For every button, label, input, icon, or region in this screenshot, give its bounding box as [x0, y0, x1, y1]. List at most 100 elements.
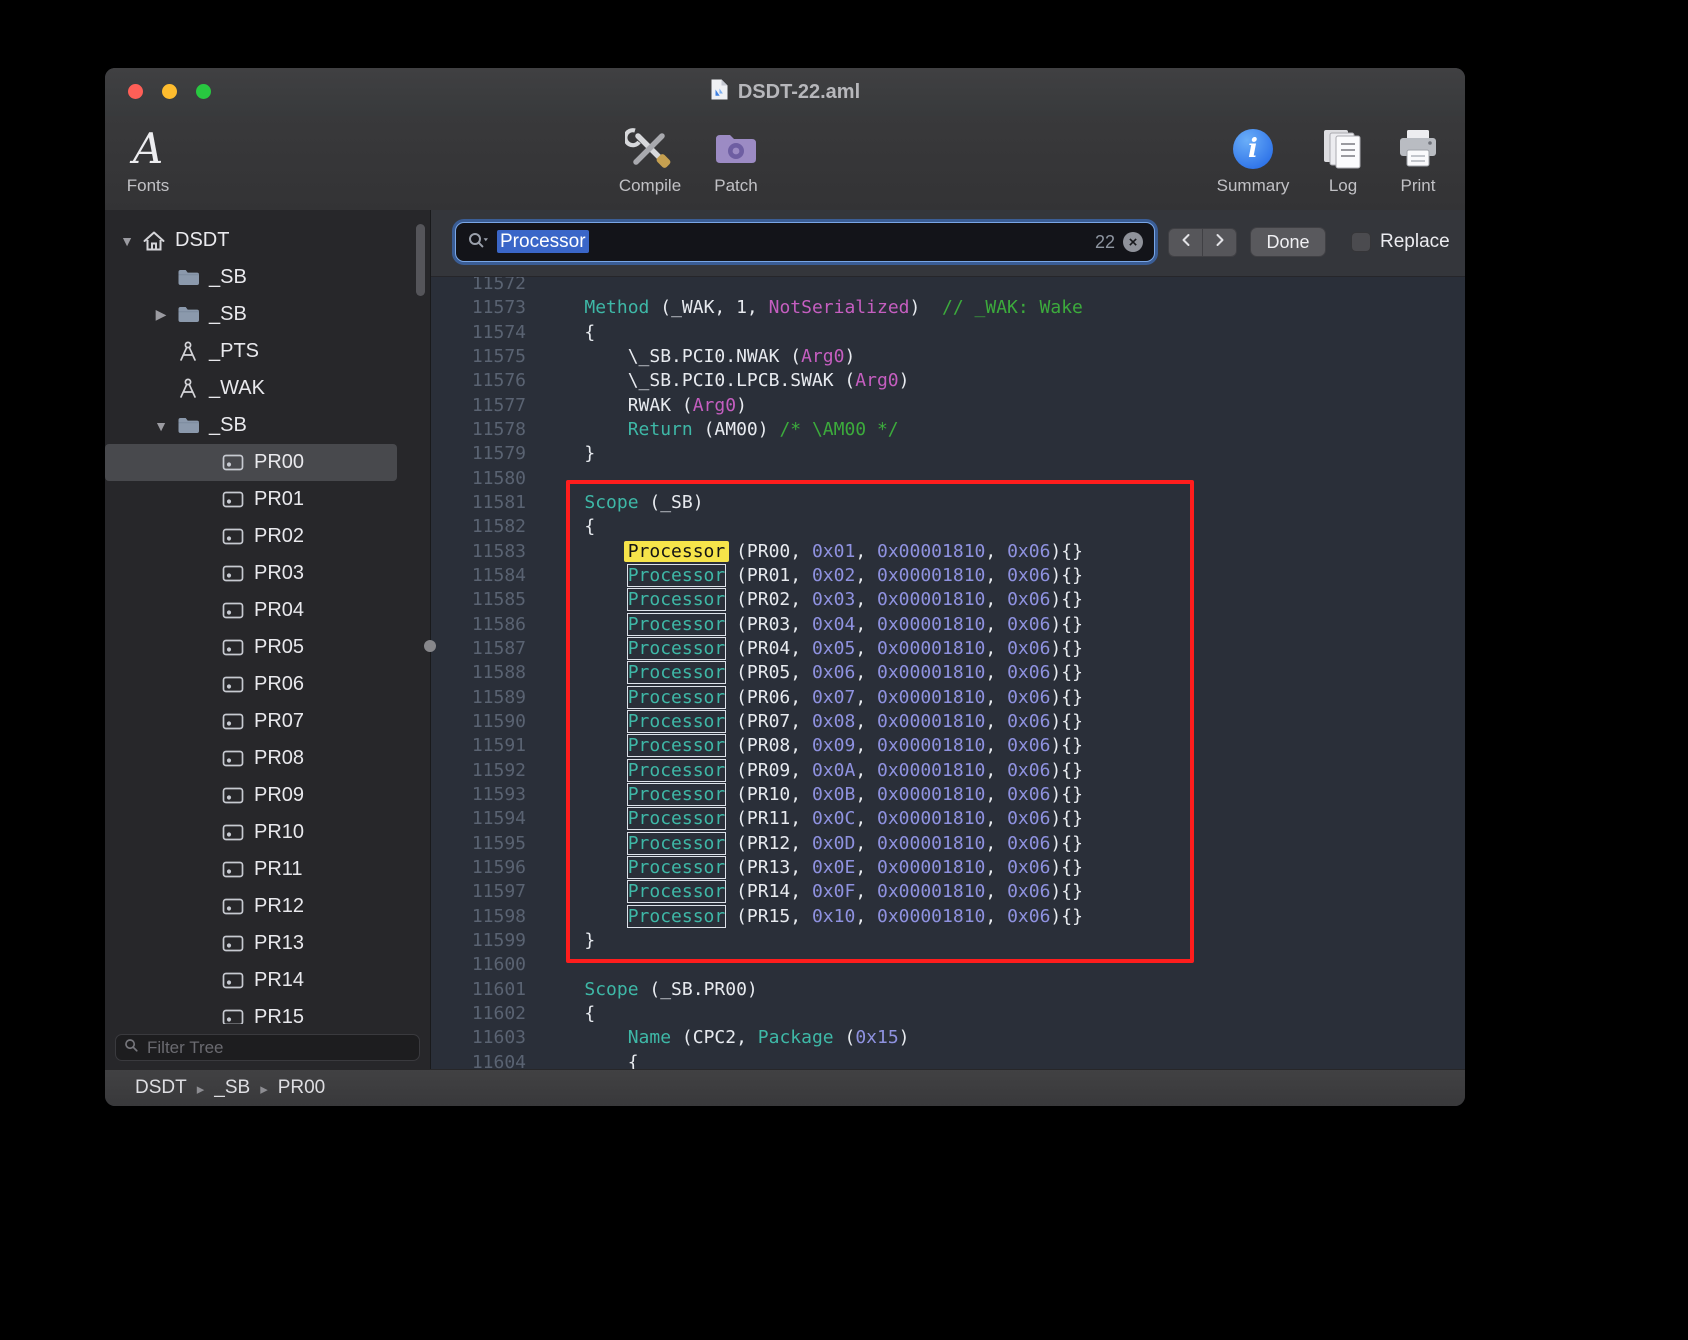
breadcrumb-separator: ▸ — [260, 1078, 268, 1098]
code-text: \_SB.PCI0.NWAK ( — [541, 346, 801, 367]
line-number: 11592 — [431, 759, 526, 783]
tree-item-label: PR02 — [254, 525, 304, 548]
sidebar-item-_sb[interactable]: ▶_SB — [105, 296, 397, 333]
toolbar-label: Patch — [714, 176, 757, 196]
toolbar-label: Summary — [1217, 176, 1290, 196]
code-text: { — [541, 322, 595, 343]
line-number: 11597 — [431, 880, 526, 904]
code-line[interactable]: 11577 RWAK (Arg0) — [431, 394, 1465, 418]
code-line[interactable]: 11575 \_SB.PCI0.NWAK (Arg0) — [431, 345, 1465, 369]
sidebar-item-pr13[interactable]: PR13 — [105, 925, 397, 962]
sidebar-item-pr09[interactable]: PR09 — [105, 777, 397, 814]
breadcrumb-separator: ▸ — [197, 1078, 205, 1098]
house-icon — [139, 230, 169, 252]
breadcrumb-item-pr00[interactable]: PR00 — [278, 1077, 326, 1099]
sidebar-item-_sb[interactable]: _SB — [105, 259, 397, 296]
line-number: 11575 — [431, 345, 526, 369]
sidebar-item-pr04[interactable]: PR04 — [105, 592, 397, 629]
code-line[interactable]: 11573 Method (_WAK, 1, NotSerialized) //… — [431, 296, 1465, 320]
folder-icon — [173, 416, 203, 435]
replace-checkbox[interactable] — [1351, 232, 1371, 252]
window-title: DSDT-22.aml — [738, 81, 860, 104]
replace-label: Replace — [1380, 231, 1450, 253]
code-line[interactable]: 11579 } — [431, 442, 1465, 466]
code-content: { — [526, 1051, 639, 1071]
search-input[interactable]: Processor 22 × — [455, 222, 1155, 262]
disclosure-down-icon[interactable]: ▼ — [115, 233, 139, 249]
code-content: { — [526, 1002, 595, 1026]
code-content — [526, 467, 541, 491]
disclosure-right-icon[interactable]: ▶ — [149, 306, 173, 323]
disclosure-down-icon[interactable]: ▼ — [149, 418, 173, 434]
sidebar-item-_wak[interactable]: _WAK — [105, 370, 397, 407]
tree-item-label: PR04 — [254, 599, 304, 622]
sidebar-item-_pts[interactable]: _PTS — [105, 333, 397, 370]
code-content: Method (_WAK, 1, NotSerialized) // _WAK:… — [526, 296, 1083, 320]
code-content: \_SB.PCI0.LPCB.SWAK (Arg0) — [526, 369, 909, 393]
sidebar-item-pr02[interactable]: PR02 — [105, 518, 397, 555]
line-number: 11595 — [431, 832, 526, 856]
sidebar-item-pr14[interactable]: PR14 — [105, 962, 397, 999]
tree-item-label: PR06 — [254, 673, 304, 696]
sidebar-item-dsdt[interactable]: ▼DSDT — [105, 222, 397, 259]
close-button[interactable] — [128, 84, 143, 99]
chevron-right-icon — [1215, 233, 1225, 252]
code-line[interactable]: 11604 { — [431, 1051, 1465, 1071]
sidebar-item-pr07[interactable]: PR07 — [105, 703, 397, 740]
replace-option: Replace — [1351, 231, 1450, 253]
code-text: (AM00) — [693, 419, 780, 440]
argument-token: Arg0 — [693, 395, 736, 416]
processor-icon — [218, 639, 248, 656]
comment-token: /* \AM00 */ — [779, 419, 898, 440]
line-number: 11576 — [431, 369, 526, 393]
clear-search-icon[interactable]: × — [1123, 232, 1143, 252]
next-match-button[interactable] — [1202, 228, 1237, 257]
sidebar-item-pr03[interactable]: PR03 — [105, 555, 397, 592]
tree-item-label: _PTS — [209, 340, 259, 363]
sidebar-item-_sb[interactable]: ▼_SB — [105, 407, 397, 444]
filter-tree-field[interactable] — [115, 1034, 420, 1061]
patch-button[interactable]: Patch — [681, 124, 791, 196]
processor-icon — [218, 491, 248, 508]
previous-match-button[interactable] — [1168, 228, 1203, 257]
code-line[interactable]: 11574 { — [431, 321, 1465, 345]
sidebar-item-pr06[interactable]: PR06 — [105, 666, 397, 703]
zoom-button[interactable] — [196, 84, 211, 99]
argument-token: Arg0 — [855, 370, 898, 391]
sidebar-item-pr15[interactable]: PR15 — [105, 999, 397, 1024]
argument-token: NotSerialized — [769, 297, 910, 318]
line-number: 11603 — [431, 1026, 526, 1050]
code-line[interactable]: 11603 Name (CPC2, Package (0x15) — [431, 1026, 1465, 1050]
split-handle[interactable] — [424, 640, 436, 652]
code-line[interactable]: 11576 \_SB.PCI0.LPCB.SWAK (Arg0) — [431, 369, 1465, 393]
sidebar-item-pr05[interactable]: PR05 — [105, 629, 397, 666]
sidebar-item-pr08[interactable]: PR08 — [105, 740, 397, 777]
sidebar-item-pr11[interactable]: PR11 — [105, 851, 397, 888]
line-number: 11573 — [431, 296, 526, 320]
fonts-button[interactable]: AFonts — [105, 124, 203, 196]
processor-icon — [218, 787, 248, 804]
code-line[interactable]: 11602 { — [431, 1002, 1465, 1026]
sidebar-item-pr01[interactable]: PR01 — [105, 481, 397, 518]
search-menu-icon[interactable] — [467, 231, 489, 254]
sidebar-item-pr10[interactable]: PR10 — [105, 814, 397, 851]
line-number: 11581 — [431, 491, 526, 515]
print-button[interactable]: Print — [1363, 124, 1465, 196]
tree-item-label: _WAK — [209, 377, 265, 400]
tree-item-label: PR01 — [254, 488, 304, 511]
sidebar-scrollbar[interactable] — [416, 224, 425, 296]
breadcrumb-item-_sb[interactable]: _SB — [214, 1077, 250, 1099]
minimize-button[interactable] — [162, 84, 177, 99]
done-button[interactable]: Done — [1250, 227, 1326, 257]
code-text: } — [541, 443, 595, 464]
code-line[interactable]: 11578 Return (AM00) /* \AM00 */ — [431, 418, 1465, 442]
breadcrumb-item-dsdt[interactable]: DSDT — [135, 1077, 187, 1099]
path-bar: DSDT ▸ _SB ▸ PR00 — [105, 1069, 1465, 1106]
sidebar-item-pr00[interactable]: PR00 — [105, 444, 397, 481]
line-number: 11598 — [431, 905, 526, 929]
filter-tree-input[interactable] — [145, 1037, 411, 1059]
window-controls — [128, 84, 211, 99]
sidebar-item-pr12[interactable]: PR12 — [105, 888, 397, 925]
code-line[interactable]: 11601 Scope (_SB.PR00) — [431, 978, 1465, 1002]
folder-icon — [173, 268, 203, 287]
